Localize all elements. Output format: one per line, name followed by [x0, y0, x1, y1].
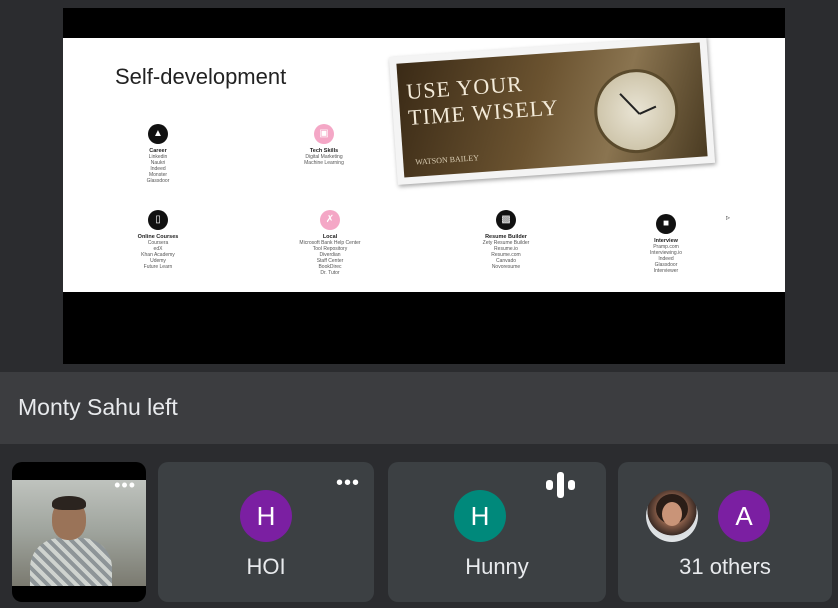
- more-horizontal-icon[interactable]: •••: [114, 476, 136, 494]
- quote-author: WATSON BAILEY: [414, 153, 480, 167]
- tools-icon: ✗: [320, 210, 340, 230]
- quote-image: USE YOUR TIME WISELY WATSON BAILEY: [388, 38, 716, 185]
- book-icon: ▯: [148, 210, 168, 230]
- speaking-icon: [546, 472, 586, 498]
- graduation-cap-icon: ▲: [148, 124, 168, 144]
- participant-tile-hunny[interactable]: H Hunny: [388, 462, 606, 602]
- cursor-icon: ▹: [726, 213, 731, 222]
- presentation-slide: Self-development USE YOUR TIME WISELY WA…: [63, 38, 785, 292]
- clock-icon: [591, 66, 682, 156]
- more-horizontal-icon[interactable]: •••: [336, 472, 360, 495]
- slide-title: Self-development: [115, 64, 287, 89]
- participant-tile-hoi[interactable]: ••• H HOI: [158, 462, 374, 602]
- notification-banner: Monty Sahu left: [0, 372, 838, 444]
- participant-name: Hunny: [465, 554, 529, 579]
- item-line: Glassdoor: [146, 178, 170, 184]
- self-video: [12, 480, 146, 586]
- slide-item-resume-builder: ▩ Resume Builder Zety Resume Builder Res…: [447, 210, 565, 270]
- participant-strip: ••• ••• H HOI H Hunny A 31 others: [0, 448, 838, 608]
- avatar: H: [240, 490, 292, 542]
- participant-name: 31 others: [679, 554, 771, 579]
- printer-icon: ▩: [496, 210, 516, 230]
- avatar: A: [718, 490, 770, 542]
- presentation-area[interactable]: Self-development USE YOUR TIME WISELY WA…: [0, 0, 838, 372]
- item-line: Novoresume: [491, 264, 521, 270]
- avatar-photo: [646, 490, 698, 542]
- clock-photo: USE YOUR TIME WISELY WATSON BAILEY: [396, 42, 708, 178]
- monitor-icon: ▣: [314, 124, 334, 144]
- slide-item-career: ▲ Career Linkedin Naukri Indeed Monster …: [99, 124, 217, 184]
- item-line: Future Learn: [143, 264, 173, 270]
- item-line: Machine Learning: [304, 160, 344, 166]
- participant-name: HOI: [246, 554, 286, 579]
- slide-item-tech-skills: ▣ Tech Skills Digital Marketing Machine …: [265, 124, 383, 166]
- presentation-frame: Self-development USE YOUR TIME WISELY WA…: [63, 8, 785, 364]
- slide-item-local: ✗ Local Microsoft Bank Help Center Tool …: [271, 210, 389, 276]
- slide-item-interview: ■ Interview Pramp.com Interviewing.io In…: [607, 214, 725, 274]
- avatar: H: [454, 490, 506, 542]
- meeting-screen: Self-development USE YOUR TIME WISELY WA…: [0, 0, 838, 608]
- participant-tile-others[interactable]: A 31 others: [618, 462, 832, 602]
- item-line: Dr. Tutor: [320, 270, 340, 276]
- self-video-tile[interactable]: •••: [12, 462, 146, 602]
- slide-item-online-courses: ▯ Online Courses Coursera edX Khan Acade…: [99, 210, 217, 270]
- notification-text: Monty Sahu left: [18, 394, 178, 420]
- item-line: Interviewer: [653, 268, 679, 274]
- chat-icon: ■: [656, 214, 676, 234]
